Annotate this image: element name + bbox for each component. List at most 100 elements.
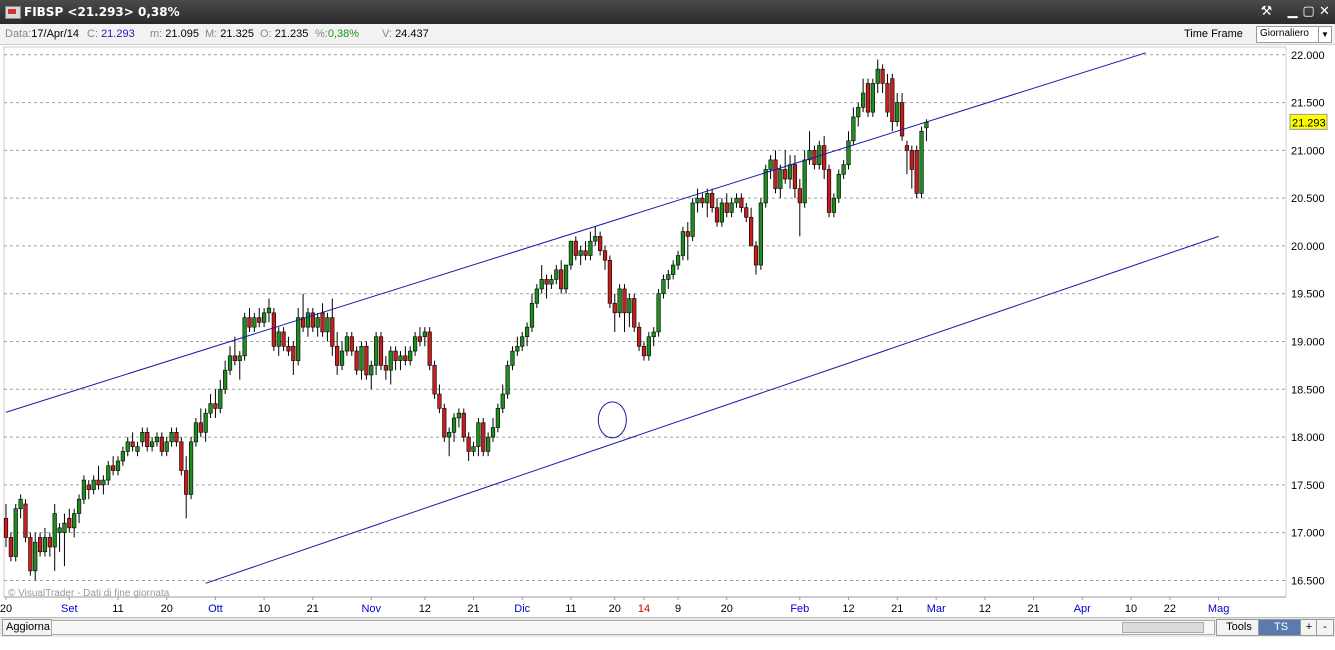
x-tick-label: Mar [927, 603, 946, 615]
candle-body [520, 336, 525, 347]
min-label: m: [150, 28, 163, 40]
candle-body [262, 312, 267, 323]
candle-body [184, 470, 189, 495]
candle-body [67, 518, 72, 529]
candle-body [904, 145, 910, 151]
candle-body [218, 388, 223, 409]
candle-body [544, 279, 549, 285]
timeframe-label: Time Frame [1184, 28, 1243, 40]
candle-body [914, 150, 919, 194]
candle-body [710, 193, 715, 208]
y-tick-label: 17.500 [1291, 480, 1325, 492]
candle-body [495, 408, 500, 428]
candle-body [661, 279, 666, 295]
minimize-button[interactable]: ▁ [1284, 3, 1301, 20]
tools-button[interactable]: Tools [1216, 619, 1262, 636]
maximize-button[interactable]: ▢ [1300, 3, 1317, 20]
zoom-out-button[interactable]: - [1316, 619, 1334, 636]
candle-body [140, 432, 145, 443]
last-price-label: 21.293 [1292, 117, 1326, 129]
x-tick-label: 20 [609, 603, 621, 615]
candle-body [490, 427, 496, 438]
candle-body [57, 527, 62, 533]
candle-body [135, 446, 140, 452]
candle-body [417, 336, 423, 342]
candle-body [549, 279, 554, 285]
scrollbar-thumb[interactable] [1122, 622, 1204, 633]
ts-off-button[interactable]: TS OFF [1258, 619, 1304, 648]
candle-body [724, 202, 729, 213]
percent-label: %: [315, 28, 328, 40]
candle-body [783, 169, 788, 180]
candle-body [802, 159, 807, 204]
candle-body [865, 83, 871, 113]
candle-body [398, 355, 403, 361]
candle-body [203, 412, 208, 433]
candle-body [198, 422, 203, 433]
wrench-icon[interactable]: ⚒ [1258, 3, 1275, 20]
x-tick-label: Apr [1074, 603, 1091, 615]
candle-body [890, 78, 895, 122]
x-tick-label: 11 [565, 603, 576, 615]
candle-body [563, 264, 569, 290]
candle-body [315, 317, 320, 328]
candle-body [505, 365, 510, 395]
date-value: 17/Apr/14 [31, 28, 79, 40]
candle-body [174, 432, 179, 443]
candle-body [476, 422, 481, 447]
dropdown-arrow-icon[interactable]: ▼ [1318, 27, 1331, 42]
candle-body [773, 159, 778, 189]
date-label: Data: [5, 28, 32, 40]
candle-body [364, 345, 369, 376]
candle-body [636, 326, 642, 347]
candle-body [349, 336, 354, 352]
candle-body [447, 432, 452, 438]
candle-body [291, 345, 296, 361]
candle-body [768, 159, 773, 170]
candle-body [714, 207, 720, 223]
candle-body [792, 164, 798, 189]
window-title: FIBSP <21.293> 0,38% [24, 5, 180, 19]
horizontal-scrollbar[interactable] [51, 620, 1215, 635]
candlestick-chart[interactable]: 22.000 21.500 21.000 20.500 20.000 19.500 19.0… [0, 45, 1335, 617]
candle-body [734, 197, 739, 204]
timeframe-select[interactable]: Giornaliero ▼ [1256, 26, 1332, 43]
candle-body [266, 307, 272, 314]
candle-body [247, 317, 252, 328]
y-tick-label: 18.500 [1291, 384, 1325, 396]
aggiorna-button[interactable]: Aggiorna [2, 619, 52, 636]
candle-body [749, 216, 754, 247]
date-field: Data:17/Apr/14 [5, 28, 79, 40]
x-tick-label: 9 [675, 603, 681, 615]
x-tick-label: 10 [258, 603, 270, 615]
candle-body [130, 441, 135, 447]
candle-body [510, 350, 515, 366]
candle-body [3, 518, 9, 538]
candle-body [91, 479, 96, 490]
candle-body [666, 274, 671, 280]
candle-body [500, 393, 505, 409]
candle-body [612, 302, 617, 314]
candle-body [344, 336, 350, 352]
candle-body [374, 336, 379, 366]
x-tick-label: 11 [112, 603, 123, 615]
candle-body [18, 498, 23, 510]
y-tick-label: 20.500 [1291, 193, 1325, 205]
watermark: © VisualTrader - Dati di fine giornata [8, 588, 170, 599]
candle-body [831, 197, 836, 213]
candle-body [106, 465, 111, 481]
candle-body [115, 460, 121, 471]
x-tick-label: 14 [638, 603, 650, 615]
candle-body [188, 441, 194, 495]
open-field: O: 21.235 [260, 28, 308, 40]
candle-body [451, 417, 457, 433]
close-button[interactable]: ✕ [1316, 3, 1333, 20]
candle-body [758, 202, 763, 266]
plot-area [3, 46, 1287, 598]
candle-body [52, 513, 57, 548]
candle-body [822, 145, 827, 170]
x-tick-label: 12 [842, 603, 854, 615]
candle-body [880, 68, 885, 84]
close-field: C: 21.293 [87, 28, 135, 40]
candle-body [573, 240, 578, 256]
